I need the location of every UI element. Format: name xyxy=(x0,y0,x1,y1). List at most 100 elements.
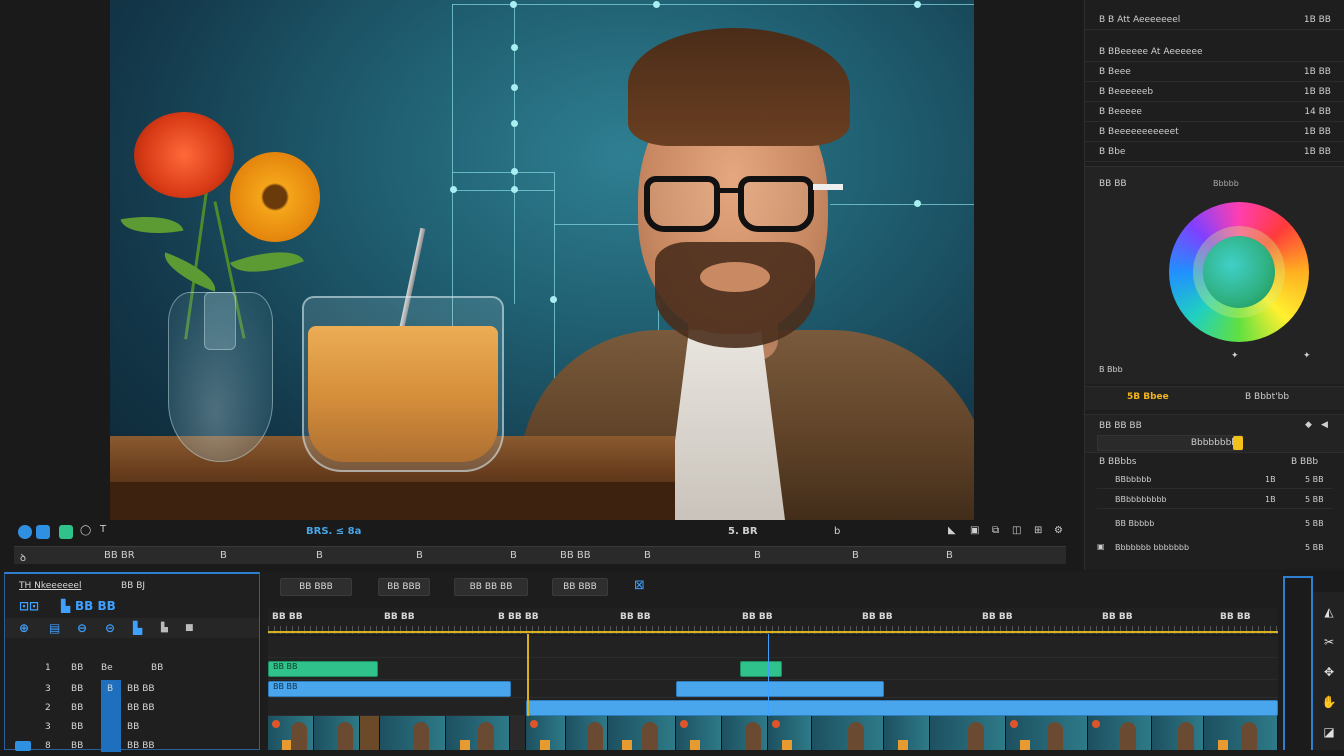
view-toggle-icon[interactable]: ⊡⊡ xyxy=(19,599,39,613)
square-icon[interactable]: ■ xyxy=(185,623,194,633)
clip-thumbnail[interactable] xyxy=(268,716,314,750)
clip-thumbnail[interactable] xyxy=(526,716,566,750)
project-row[interactable]: 1 BB Be BB xyxy=(5,658,259,678)
audio-icon[interactable]: ▙ xyxy=(161,623,168,633)
clip-thumbnail[interactable] xyxy=(1088,716,1152,750)
ripple-tool-icon[interactable]: ✥ xyxy=(1321,664,1337,680)
project-row[interactable]: 2 BB BB BB xyxy=(5,698,259,718)
clip-thumbnail[interactable] xyxy=(566,716,608,750)
clip-thumbnail[interactable] xyxy=(722,716,768,750)
search-icon[interactable]: ⊖ xyxy=(77,621,87,635)
row-type: B xyxy=(107,684,114,694)
loop-icon[interactable] xyxy=(36,525,50,539)
razor-tool-icon[interactable]: ✂ xyxy=(1321,634,1337,650)
list-item[interactable]: BBbbbbbbbb 1B 5 BB xyxy=(1097,491,1333,509)
reset-icon[interactable]: ✦ xyxy=(1231,351,1239,361)
color-mode-select[interactable]: Bbbbb xyxy=(1213,179,1239,188)
inspector-row[interactable]: B Beeeee 14 BB xyxy=(1085,102,1344,122)
compare-icon[interactable]: ◫ xyxy=(1012,525,1021,536)
grid-icon[interactable]: ⊞ xyxy=(1034,525,1042,536)
project-panel-title[interactable]: TH Nkeeeeeel xyxy=(19,581,81,591)
timeline-tool-button[interactable]: BB BBB xyxy=(378,578,430,596)
clip-thumbnail[interactable] xyxy=(380,716,446,750)
clip-blue[interactable] xyxy=(676,681,884,697)
list-item[interactable]: BBbbbbb 1B 5 BB xyxy=(1097,471,1333,489)
guide-node[interactable] xyxy=(914,1,921,8)
clip-thumbnail[interactable] xyxy=(608,716,676,750)
clip-thumbnail[interactable] xyxy=(446,716,510,750)
checkbox-icon[interactable]: ▣ xyxy=(1097,542,1105,551)
inspector-row[interactable]: B Bbe 1B BB xyxy=(1085,142,1344,162)
clip-blue[interactable]: BB BB xyxy=(268,681,511,697)
clip-thumbnail[interactable] xyxy=(676,716,722,750)
speaker-icon[interactable]: ◀ xyxy=(1321,420,1328,430)
guide-node[interactable] xyxy=(653,1,660,8)
inspector-row[interactable]: B B Att Aeeeeeeel 1B BB xyxy=(1085,10,1344,30)
viewer-scrubber[interactable]: ꝺ BB BR B B B B BB BB B B B B xyxy=(14,546,1066,564)
selection-tool-icon[interactable]: ◭ xyxy=(1321,604,1337,620)
guide-node[interactable] xyxy=(511,168,518,175)
clip-thumbnail[interactable] xyxy=(510,716,526,750)
clip-thumbnail[interactable] xyxy=(1006,716,1088,750)
viewer-ruler-label: B xyxy=(852,550,859,561)
clip-thumbnail[interactable] xyxy=(1204,716,1278,750)
project-panel-title-2[interactable]: BB BJ xyxy=(121,581,145,591)
inspector-row[interactable]: B Beeeeeeb 1B BB xyxy=(1085,82,1344,102)
text-tool-icon[interactable]: T xyxy=(100,524,106,535)
bin-icon[interactable]: ▙ xyxy=(61,599,70,613)
overlay-icon[interactable]: ⧉ xyxy=(992,525,999,536)
inspector-row[interactable]: B Beee 1B BB xyxy=(1085,62,1344,82)
color-wheel-center[interactable] xyxy=(1203,236,1275,308)
add-icon[interactable]: ⊕ xyxy=(19,621,29,635)
list-item[interactable]: BB Bbbbb 5 BB xyxy=(1097,515,1333,533)
guide-node[interactable] xyxy=(914,200,921,207)
fit-icon[interactable]: ◣ xyxy=(948,525,956,536)
guide-node[interactable] xyxy=(511,84,518,91)
timeline-scroll-area[interactable] xyxy=(1283,576,1313,750)
color-swatch[interactable] xyxy=(1233,436,1243,450)
project-row[interactable]: 3 BB B BB BB xyxy=(5,679,259,699)
guide-node[interactable] xyxy=(550,296,557,303)
clip-green[interactable]: BB BB xyxy=(268,661,378,677)
guide-node[interactable] xyxy=(511,120,518,127)
clip-thumbnail[interactable] xyxy=(360,716,380,750)
clip-thumbnail[interactable] xyxy=(1152,716,1204,750)
guide-node[interactable] xyxy=(450,186,457,193)
timeline-tool-button[interactable]: BB BBB xyxy=(552,578,608,596)
safe-area-icon[interactable]: ▣ xyxy=(970,525,979,536)
hand-tool-icon[interactable]: ✋ xyxy=(1321,694,1337,710)
preview-image[interactable] xyxy=(110,0,974,520)
clip-thumbnail[interactable] xyxy=(812,716,884,750)
guide-node[interactable] xyxy=(511,186,518,193)
work-area-bar[interactable] xyxy=(268,631,1278,633)
play-icon[interactable] xyxy=(18,525,32,539)
project-row[interactable]: 8 BB BB BB xyxy=(5,736,259,756)
project-row[interactable]: 3 BB BB xyxy=(5,717,259,737)
refresh-icon[interactable]: ⊝ xyxy=(105,621,115,635)
secondary-playhead[interactable] xyxy=(768,634,769,716)
guide-node[interactable] xyxy=(511,44,518,51)
guide-node[interactable] xyxy=(510,1,517,8)
clip-thumbnail[interactable] xyxy=(884,716,930,750)
clip-blue-track[interactable] xyxy=(526,700,1278,716)
clip-thumbnail[interactable] xyxy=(314,716,360,750)
timeline-tool-button[interactable]: BB BB BB xyxy=(454,578,528,596)
list-item[interactable]: ▣ Bbbbbbb bbbbbbb 5 BB xyxy=(1097,539,1333,557)
clip-thumbnail[interactable] xyxy=(768,716,812,750)
accent-label[interactable]: 5B Bbee xyxy=(1127,392,1169,402)
clip-thumbnail[interactable] xyxy=(930,716,1006,750)
folder-icon[interactable]: ▤ xyxy=(49,621,60,635)
inspector-row[interactable]: B BBeeeee At Aeeeeee xyxy=(1085,42,1344,62)
clip-icon[interactable]: ▙ xyxy=(133,621,142,635)
marker-icon[interactable] xyxy=(59,525,73,539)
slip-tool-icon[interactable]: ◪ xyxy=(1321,724,1337,740)
settings-icon[interactable]: ⚙ xyxy=(1054,525,1063,536)
clip-green[interactable] xyxy=(740,661,782,677)
inspector-row[interactable]: B Beeeeeeeeeeet 1B BB xyxy=(1085,122,1344,142)
snap-icon[interactable]: ⊠ xyxy=(634,578,645,593)
sparkle-icon[interactable]: ✦ xyxy=(1303,351,1311,361)
playhead[interactable] xyxy=(527,634,529,716)
timeline-tool-button[interactable]: BB BBB xyxy=(280,578,352,596)
keyframe-icon[interactable]: ◆ xyxy=(1305,420,1312,430)
circle-icon[interactable]: ◯ xyxy=(80,525,91,536)
